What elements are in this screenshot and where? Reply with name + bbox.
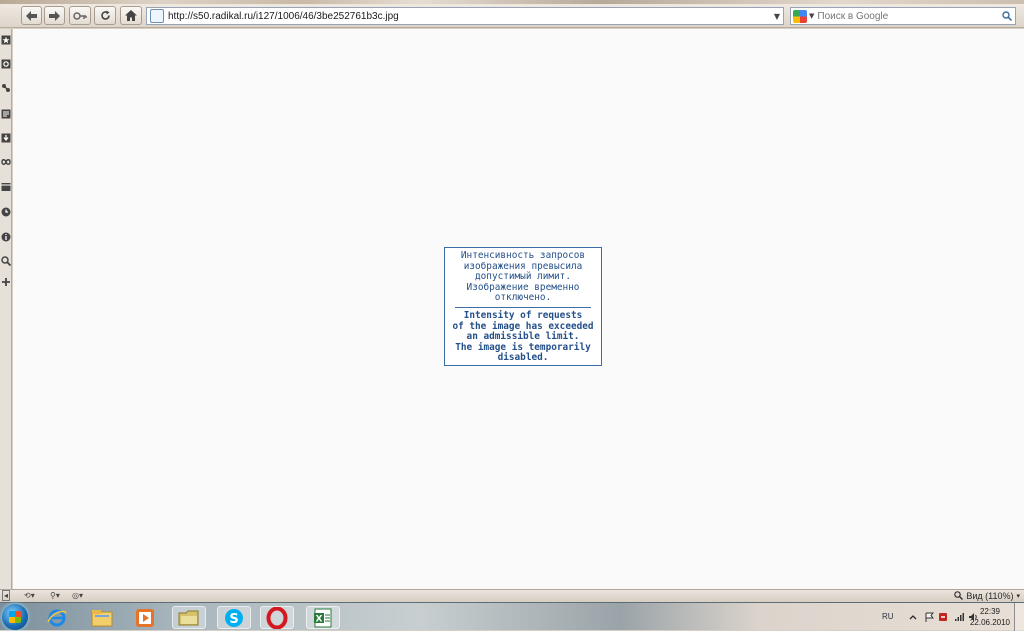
time-label: 22:39	[979, 607, 1000, 616]
start-button[interactable]	[2, 604, 28, 630]
search-icon[interactable]	[0, 255, 12, 267]
page-viewport: Интенсивность запросов изображения превы…	[13, 29, 1024, 589]
internet-explorer-icon[interactable]	[40, 606, 74, 629]
error-text-english: Intensity of requests of the image has e…	[447, 310, 599, 364]
arrow-right-icon	[49, 10, 60, 21]
scroll-left-icon[interactable]: ◂	[2, 590, 10, 601]
error-line: an admissible limit.	[466, 331, 580, 342]
page-icon	[150, 9, 164, 23]
taskbar: S X RU 22:39 22.06.2010	[0, 602, 1024, 631]
zoom-icon	[954, 591, 964, 600]
bookmark-star-icon[interactable]	[0, 34, 12, 46]
error-line: Intensity of requests	[463, 310, 583, 321]
media-player-icon[interactable]	[128, 606, 162, 629]
svg-text:X: X	[316, 614, 323, 624]
excel-icon[interactable]: X	[306, 606, 340, 629]
forward-button[interactable]	[44, 6, 65, 25]
zoom-control[interactable]: Вид (110%) ▾	[954, 590, 1020, 601]
date-label: 22.06.2010	[969, 618, 1010, 627]
show-desktop-button[interactable]	[1014, 603, 1024, 631]
link-icon[interactable]	[0, 156, 12, 168]
network-status-icon[interactable]: ⚲▾	[50, 590, 60, 601]
search-input[interactable]	[817, 10, 999, 22]
key-button[interactable]	[69, 6, 91, 25]
file-explorer-icon[interactable]	[85, 606, 119, 629]
chevron-up-icon[interactable]	[908, 612, 918, 622]
signal-icon[interactable]	[954, 612, 964, 622]
clock[interactable]: 22:39 22.06.2010	[970, 606, 1010, 628]
status-bar: ◂ ⟲▾ ⚲▾ ◎▾ Вид (110%) ▾	[0, 589, 1024, 601]
reload-button[interactable]	[94, 6, 116, 25]
home-icon	[125, 10, 137, 21]
svg-text:S: S	[229, 612, 238, 627]
notes-icon[interactable]	[0, 108, 12, 120]
browser-toolbar: ▼ ▼	[0, 4, 1024, 28]
opera-icon[interactable]	[260, 606, 294, 629]
network-icon[interactable]	[0, 82, 12, 94]
security-icon[interactable]	[938, 612, 948, 622]
system-tray: RU 22:39 22.06.2010	[854, 603, 1024, 631]
chevron-down-icon: ▾	[1016, 592, 1020, 600]
key-icon	[73, 11, 87, 20]
search-bar[interactable]: ▼	[790, 7, 1016, 25]
skype-icon[interactable]: S	[217, 606, 251, 629]
error-line: допустимый лимит.	[475, 271, 571, 282]
error-text-russian: Интенсивность запросов изображения превы…	[447, 250, 599, 304]
flag-icon[interactable]	[924, 612, 934, 622]
zoom-label: Вид (110%)	[966, 590, 1014, 601]
google-icon[interactable]	[793, 9, 807, 23]
reload-icon	[100, 10, 110, 20]
back-button[interactable]	[21, 6, 42, 25]
home-button[interactable]	[120, 6, 142, 25]
info-icon[interactable]	[0, 231, 12, 243]
error-line: Интенсивность запросов	[460, 250, 586, 261]
download-icon[interactable]	[0, 132, 12, 144]
address-bar[interactable]: ▼	[146, 7, 784, 25]
plus-icon[interactable]	[0, 276, 12, 288]
gear-icon[interactable]	[0, 58, 12, 70]
search-icon[interactable]	[999, 8, 1015, 24]
hotlink-error-image: Интенсивность запросов изображения превы…	[444, 247, 602, 366]
compass-icon[interactable]: ◎▾	[72, 590, 83, 601]
tools-icon[interactable]: ⟲▾	[24, 590, 35, 601]
chevron-down-icon[interactable]: ▼	[809, 12, 814, 20]
error-line: отключено.	[494, 292, 552, 303]
left-sidebar	[0, 29, 12, 589]
folder-icon[interactable]	[172, 606, 206, 629]
history-clock-icon[interactable]	[0, 206, 12, 218]
arrow-left-icon	[26, 10, 37, 21]
divider	[455, 307, 591, 308]
error-line: disabled.	[497, 352, 549, 363]
panel-icon[interactable]	[0, 181, 12, 193]
chevron-down-icon[interactable]: ▼	[771, 12, 783, 21]
language-indicator[interactable]: RU	[882, 612, 894, 621]
url-input[interactable]	[168, 10, 771, 22]
